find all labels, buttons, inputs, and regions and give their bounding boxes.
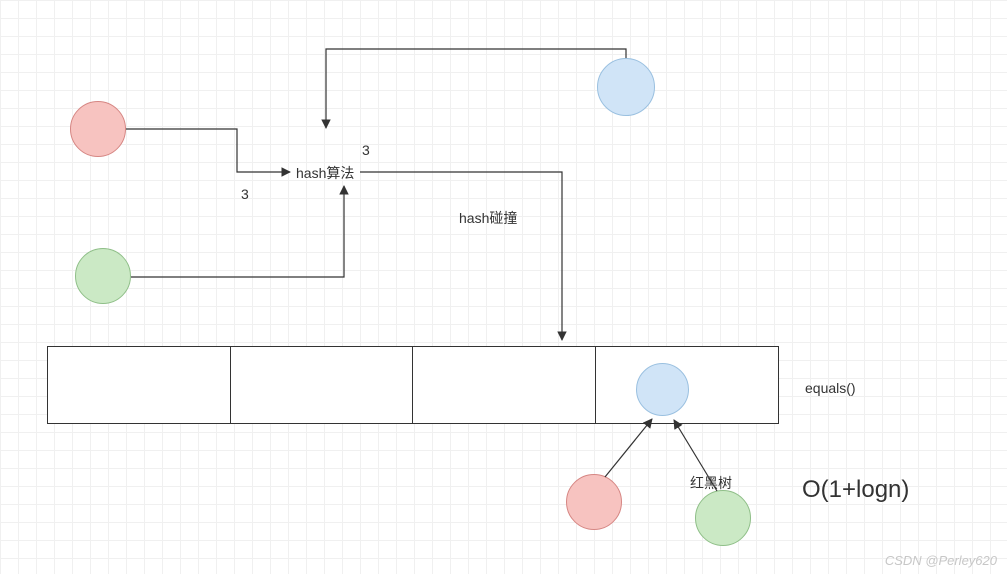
bucket-cell [48,347,231,423]
node-green-bottom [695,490,751,546]
label-equals: equals() [805,380,856,396]
node-blue-top [597,58,655,116]
node-red-bottom [566,474,622,530]
bucket-cell [231,347,414,423]
bucket-cell [413,347,596,423]
arrow-hash-to-bucket [360,172,562,340]
arrow-blue-to-hash [326,49,626,128]
arrow-red-bottom-to-bucket [605,419,652,477]
arrow-red-to-hash [126,129,290,172]
watermark: CSDN @Perley620 [885,553,997,568]
arrow-green-to-hash [131,186,344,277]
node-red-top [70,101,126,157]
label-hash-algo: hash算法 [296,163,354,183]
label-left-3: 3 [241,186,249,202]
label-complexity: O(1+logn) [802,476,909,504]
node-blue-in-bucket [636,363,689,416]
node-green-left [75,248,131,304]
label-red-black-tree: 红黑树 [690,473,732,493]
label-hash-collision: hash碰撞 [459,208,517,228]
label-top-3: 3 [362,142,370,158]
